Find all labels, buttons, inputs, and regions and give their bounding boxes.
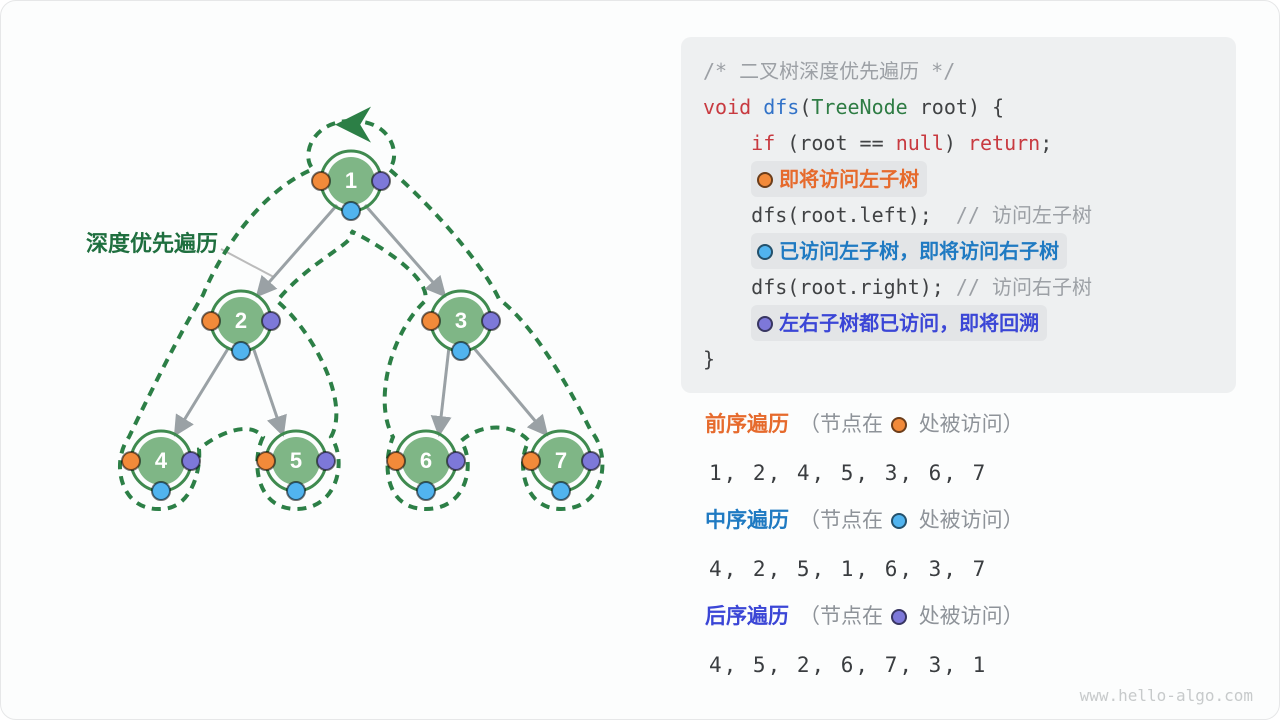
pre-dot <box>387 452 405 470</box>
in-dot <box>232 342 250 360</box>
svg-text:1: 1 <box>345 168 357 193</box>
svg-text:6: 6 <box>420 448 432 473</box>
inorder-dot-icon <box>891 513 907 529</box>
postorder-dot-icon <box>891 609 907 625</box>
postorder-dot-icon <box>757 316 773 332</box>
svg-text:2: 2 <box>235 308 247 333</box>
preorder-dot-icon <box>757 172 773 188</box>
code-comment: /* 二叉树深度优先遍历 */ <box>703 59 955 83</box>
post-dot <box>447 452 465 470</box>
watermark: www.hello-algo.com <box>1080 686 1253 705</box>
figure-canvas: 深度优先遍历 123456 <box>0 0 1280 720</box>
svg-text:3: 3 <box>455 308 467 333</box>
inorder-title: 中序遍历 <box>705 509 789 532</box>
tree-diagram: 深度优先遍历 123456 <box>51 101 651 621</box>
pre-dot <box>312 172 330 190</box>
tree-node-4: 4 <box>122 431 200 500</box>
postorder-title: 后序遍历 <box>705 605 789 628</box>
inorder-sequence: 4, 2, 5, 1, 6, 3, 7 <box>709 545 1235 593</box>
svg-text:7: 7 <box>555 448 567 473</box>
post-dot <box>262 312 280 330</box>
code-block: /* 二叉树深度优先遍历 */ void dfs(TreeNode root) … <box>681 37 1236 393</box>
in-dot <box>287 482 305 500</box>
postorder-sequence: 4, 5, 2, 6, 7, 3, 1 <box>709 641 1235 689</box>
pre-dot <box>257 452 275 470</box>
in-dot <box>552 482 570 500</box>
tree-node-6: 6 <box>387 431 465 500</box>
preorder-highlight: 即将访问左子树 <box>751 161 927 197</box>
pre-dot <box>522 452 540 470</box>
tree-node-3: 3 <box>422 291 500 360</box>
tree-node-2: 2 <box>202 291 280 360</box>
post-dot <box>482 312 500 330</box>
tree-node-5: 5 <box>257 431 335 500</box>
in-dot <box>452 342 470 360</box>
svg-text:4: 4 <box>155 448 168 473</box>
post-dot <box>582 452 600 470</box>
in-dot <box>152 482 170 500</box>
svg-text:5: 5 <box>290 448 302 473</box>
preorder-sequence: 1, 2, 4, 5, 3, 6, 7 <box>709 449 1235 497</box>
post-dot <box>182 452 200 470</box>
inorder-dot-icon <box>757 244 773 260</box>
tree-node-1: 1 <box>312 151 390 220</box>
tree-node-7: 7 <box>522 431 600 500</box>
inorder-highlight: 已访问左子树，即将访问右子树 <box>751 233 1067 269</box>
pre-dot <box>122 452 140 470</box>
in-dot <box>342 202 360 220</box>
pre-dot <box>422 312 440 330</box>
post-dot <box>317 452 335 470</box>
preorder-dot-icon <box>891 417 907 433</box>
tree-svg: 1 2 3 4 5 6 7 <box>51 101 651 581</box>
post-dot <box>372 172 390 190</box>
pre-dot <box>202 312 220 330</box>
postorder-highlight: 左右子树都已访问，即将回溯 <box>751 305 1047 341</box>
in-dot <box>417 482 435 500</box>
preorder-title: 前序遍历 <box>705 413 789 436</box>
traversal-orders: 前序遍历（节点在 处被访问） 1, 2, 4, 5, 3, 6, 7 中序遍历（… <box>705 401 1235 689</box>
